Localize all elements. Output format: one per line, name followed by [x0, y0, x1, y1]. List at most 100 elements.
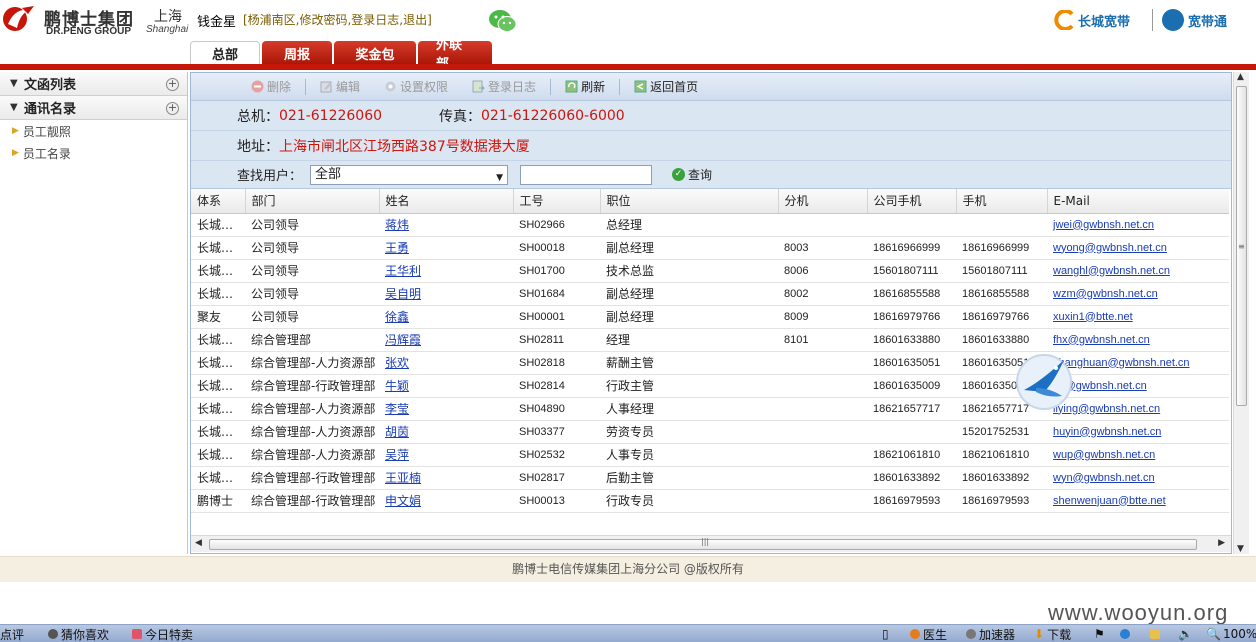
table-row[interactable]: 长城宽带网络服务有限公司公司领导王勇SH00018副总经理80031861696…	[191, 236, 1229, 260]
cell-name-link[interactable]: 施伟雄	[379, 512, 513, 513]
phone-icon[interactable]: ▯	[882, 626, 889, 642]
partner-brands: 长城宽带 宽带通	[1052, 7, 1242, 33]
cell-position: 人事经理	[600, 397, 778, 421]
table-row[interactable]: 长城宽带网络服务有限公司综合管理部冯辉霞SH02811经理81011860163…	[191, 328, 1229, 352]
column-header-mobile[interactable]: 手机	[956, 189, 1048, 214]
horizontal-scrollbar[interactable]: ◀ ||| ▶	[191, 535, 1231, 552]
table-row[interactable]: 鹏博士 综合管理部-行政管理部 申文娟 SH00013 行政专员 18616979593 1…	[191, 489, 1229, 513]
back-home-button[interactable]: 返回首页	[634, 78, 698, 95]
table-row[interactable]: 长城宽带网络服务有限公司公司领导吴自明SH01684副总经理8002186168…	[191, 282, 1229, 306]
column-header-position[interactable]: 职位	[600, 189, 779, 214]
section-documents[interactable]: ▼ 文函列表 +	[0, 72, 187, 96]
table-row[interactable]: 长城宽带网络服务有限公司综合管理部-行政管理部王亚楠SH02817后勤主管 186…	[191, 466, 1229, 490]
flag-icon[interactable]: ⚑	[1094, 626, 1105, 642]
status-item-sale[interactable]: 今日特卖	[132, 626, 193, 642]
table-row[interactable]: 长城宽带网络服务有限公司综合管理部-行政管理部施伟雄SH02819司机 13801…	[191, 512, 1229, 513]
column-header-system[interactable]: 体系	[191, 189, 246, 214]
cell-name-link[interactable]: 徐鑫	[379, 305, 513, 329]
column-header-email[interactable]: E-Mail	[1047, 189, 1229, 214]
table-row[interactable]: 长城宽带网络服务有限公司综合管理部-人力资源部胡茵SH03377劳资专员 1520…	[191, 420, 1229, 444]
tab-external-relations[interactable]: 外联部	[418, 38, 492, 72]
section-directory[interactable]: ▼ 通讯名录 +	[0, 96, 187, 120]
cell-email-link[interactable]: xuxin1@btte.net	[1047, 305, 1229, 329]
nav-item-staff-photos[interactable]: ▶ 员工靓照	[0, 120, 187, 142]
cell-name-link[interactable]: 王勇	[379, 236, 513, 260]
home-return-icon	[634, 80, 647, 93]
expand-plus-icon[interactable]: +	[166, 102, 179, 115]
cell-name-link[interactable]: 冯辉霞	[379, 328, 513, 352]
cell-name-link[interactable]: 蒋炜	[379, 213, 513, 237]
cell-email-link[interactable]: wanghl@gwbnsh.net.cn	[1047, 259, 1229, 283]
cell-email-link[interactable]: wyn@gwbnsh.net.cn	[1047, 466, 1229, 490]
query-button[interactable]: ✓ 查询	[672, 166, 712, 183]
city-name-en: Shanghai	[146, 24, 189, 35]
cell-name-link[interactable]: 王华利	[379, 259, 513, 283]
cell-email-link[interactable]: huyin@gwbnsh.net.cn	[1047, 420, 1229, 444]
column-header-department[interactable]: 部门	[245, 189, 380, 214]
edit-button[interactable]: 编辑	[320, 78, 360, 95]
ie-icon[interactable]	[1120, 626, 1133, 642]
user-action-links[interactable]: [杨浦南区,修改密码,登录日志,退出]	[243, 11, 432, 28]
column-header-company-mobile[interactable]: 公司手机	[867, 189, 957, 214]
table-row[interactable]: 聚友 公司领导 徐鑫 SH00001 副总经理 8009 18616979766 186169…	[191, 305, 1229, 329]
cell-email-link[interactable]: shenwenjuan@btte.net	[1047, 489, 1229, 513]
status-item-accelerator[interactable]: 加速器	[966, 626, 1015, 642]
user-scope-select[interactable]: 全部 ▼	[310, 164, 509, 185]
wechat-icon[interactable]	[488, 8, 518, 34]
cell-system: 长城宽带网络服务有限公司	[191, 236, 245, 260]
search-row: 查找用户： 全部 ▼ ✓ 查询	[191, 161, 1231, 189]
tab-bonus[interactable]: 奖金包	[334, 41, 416, 65]
bird-mascot-icon[interactable]	[1014, 352, 1076, 412]
login-log-button[interactable]: 登录日志	[472, 78, 536, 95]
cell-email-link[interactable]: wzm@gwbnsh.net.cn	[1047, 282, 1229, 306]
status-item-recommend[interactable]: 猜你喜欢	[48, 626, 109, 642]
cell-department: 综合管理部	[245, 328, 379, 352]
app-header: 鹏博士集团 DR.PENG GROUP 上海 Shanghai 钱金星 [杨浦南…	[0, 0, 1256, 72]
cell-email-link[interactable]: fhx@gwbnsh.net.cn	[1047, 328, 1229, 352]
nav-item-staff-directory[interactable]: ▶ 员工名录	[0, 142, 187, 164]
cell-name-link[interactable]: 申文娟	[379, 489, 513, 513]
scroll-up-icon[interactable]: ▲	[1237, 72, 1244, 82]
tab-weekly-report[interactable]: 周报	[262, 41, 332, 65]
company-logo[interactable]: 鹏博士集团 DR.PENG GROUP	[0, 2, 145, 38]
status-item-review[interactable]: 点评	[0, 626, 24, 642]
cell-name-link[interactable]: 牛颖	[379, 374, 513, 398]
cell-email-link[interactable]: wup@gwbnsh.net.cn	[1047, 443, 1229, 467]
cell-email-link[interactable]: wyong@gwbnsh.net.cn	[1047, 236, 1229, 260]
cell-name-link[interactable]: 王亚楠	[379, 466, 513, 490]
cell-system: 长城宽带网络服务有限公司	[191, 466, 245, 490]
address-label: 地址：	[237, 138, 279, 155]
expand-plus-icon[interactable]: +	[166, 78, 179, 91]
cell-company-mobile: 18601633880	[867, 328, 956, 352]
table-row[interactable]: 长城宽带网络服务有限公司公司领导王华利SH01700技术总监8006156018…	[191, 259, 1229, 283]
column-header-employee-id[interactable]: 工号	[513, 189, 601, 214]
table-row[interactable]: 长城宽带网络服务有限公司综合管理部-人力资源部吴萍SH02532人事专员 1862…	[191, 443, 1229, 467]
cell-position: 人事专员	[600, 443, 778, 467]
volume-icon[interactable]: 🔈	[1178, 626, 1193, 642]
column-header-extension[interactable]: 分机	[778, 189, 868, 214]
folder-icon[interactable]	[1150, 626, 1163, 642]
tab-headquarters[interactable]: 总部	[190, 41, 260, 65]
cell-name-link[interactable]: 吴自明	[379, 282, 513, 306]
scroll-down-icon[interactable]: ▼	[1237, 544, 1244, 554]
cell-email-link[interactable]: jwei@gwbnsh.net.cn	[1047, 213, 1229, 237]
column-header-name[interactable]: 姓名	[379, 189, 514, 214]
scroll-right-icon[interactable]: ▶	[1218, 538, 1225, 548]
status-item-zoom[interactable]: 🔍 100%	[1206, 626, 1256, 642]
cell-name-link[interactable]: 吴萍	[379, 443, 513, 467]
scroll-left-icon[interactable]: ◀	[195, 538, 202, 548]
cell-department: 综合管理部-人力资源部	[245, 420, 379, 444]
search-input[interactable]	[520, 164, 653, 185]
cell-position: 技术总监	[600, 259, 778, 283]
cell-name-link[interactable]: 张欢	[379, 351, 513, 375]
cell-name-link[interactable]: 胡茵	[379, 420, 513, 444]
refresh-button[interactable]: 刷新	[565, 78, 605, 95]
cell-email-link[interactable]: swx@gwbnsh.net.cn	[1047, 512, 1229, 513]
vertical-scrollbar[interactable]: ▲ ≡ ▼	[1233, 72, 1249, 554]
delete-button[interactable]: 删除	[251, 78, 291, 95]
set-permission-button[interactable]: 设置权限	[384, 78, 448, 95]
cell-name-link[interactable]: 李莹	[379, 397, 513, 421]
table-row[interactable]: 长城宽带网络服务有限公司公司领导蒋炜SH02966总经理 jwei@gwbnsh.…	[191, 213, 1229, 237]
status-item-doctor[interactable]: 医生	[910, 626, 947, 642]
status-item-download[interactable]: ⬇ 下载	[1034, 626, 1071, 642]
